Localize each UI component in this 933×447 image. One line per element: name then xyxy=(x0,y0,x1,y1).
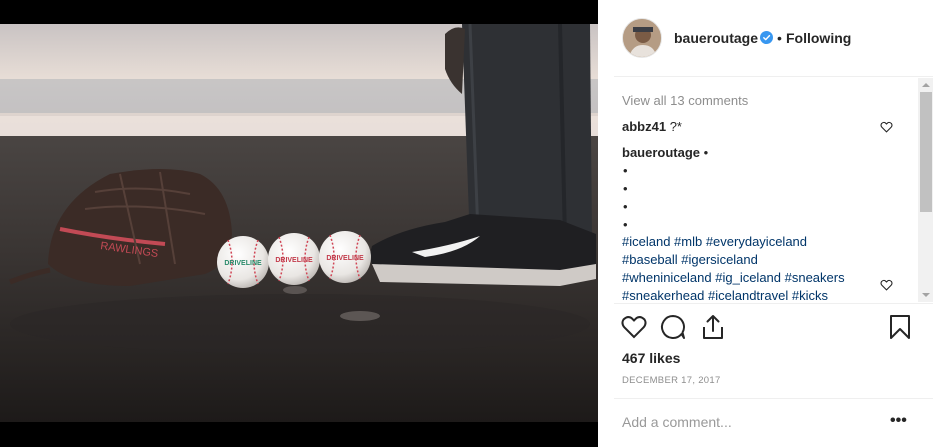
likes-count[interactable]: 467 likes xyxy=(622,350,680,366)
post-header: baueroutage • Following xyxy=(598,0,933,76)
scroll-down-arrow-icon[interactable] xyxy=(922,293,930,297)
like-comment-heart-icon[interactable] xyxy=(880,121,893,133)
comment-item: abbz41 ?* xyxy=(622,119,682,134)
bookmark-icon[interactable] xyxy=(886,313,914,341)
caption-username[interactable]: baueroutage xyxy=(622,145,700,160)
header-separator-dot: • xyxy=(777,30,782,46)
view-all-comments-link[interactable]: View all 13 comments xyxy=(622,93,748,108)
caption-bullet: • xyxy=(623,163,628,178)
hashtag-line[interactable]: #baseball #igersiceland xyxy=(622,252,758,267)
ball-logo-2: DRIVELINE xyxy=(275,257,313,264)
caption-dot: • xyxy=(704,145,709,160)
username-link[interactable]: baueroutage xyxy=(674,30,758,46)
comments-list: View all 13 comments abbz41 ?* bauerouta… xyxy=(598,77,933,302)
ball-logo-1: DRIVELINE xyxy=(224,260,262,267)
caption-bullet: • xyxy=(623,199,628,214)
ball-logo-3: DRIVELINE xyxy=(326,255,364,262)
hashtag-line[interactable]: #iceland #mlb #everydayiceland xyxy=(622,234,807,249)
following-button[interactable]: Following xyxy=(786,30,851,46)
heart-icon[interactable] xyxy=(620,313,648,341)
composer-divider xyxy=(614,398,933,399)
post-date: DECEMBER 17, 2017 xyxy=(622,375,721,386)
scroll-up-arrow-icon[interactable] xyxy=(922,83,930,87)
photo-panel: RAWLINGS DRIVELINE DRIVELINE DRIVELINE xyxy=(0,0,598,447)
comment-username[interactable]: abbz41 xyxy=(622,119,666,134)
post-photo[interactable]: RAWLINGS DRIVELINE DRIVELINE DRIVELINE xyxy=(0,24,598,422)
caption-bullet: • xyxy=(623,217,628,232)
avatar[interactable] xyxy=(622,18,662,58)
like-caption-heart-icon[interactable] xyxy=(880,279,893,291)
add-comment-input[interactable]: Add a comment... xyxy=(622,414,732,430)
hashtag-line[interactable]: #sneakerhead #icelandtravel #kicks xyxy=(622,288,828,302)
comment-text: ?* xyxy=(670,119,682,134)
caption-bullet: • xyxy=(623,181,628,196)
hashtag-line[interactable]: #wheniniceland #ig_iceland #sneakers xyxy=(622,270,845,285)
caption-item: baueroutage • xyxy=(622,145,708,160)
action-bar xyxy=(598,305,933,349)
comments-scrollbar[interactable] xyxy=(918,78,933,302)
more-options-icon[interactable]: ••• xyxy=(890,412,907,430)
post-sidebar: baueroutage • Following View all 13 comm… xyxy=(598,0,933,447)
comments-divider xyxy=(614,303,933,304)
share-icon[interactable] xyxy=(699,313,727,341)
scrollbar-thumb[interactable] xyxy=(920,92,932,212)
verified-badge-icon xyxy=(760,31,773,44)
comment-icon[interactable] xyxy=(659,313,687,341)
